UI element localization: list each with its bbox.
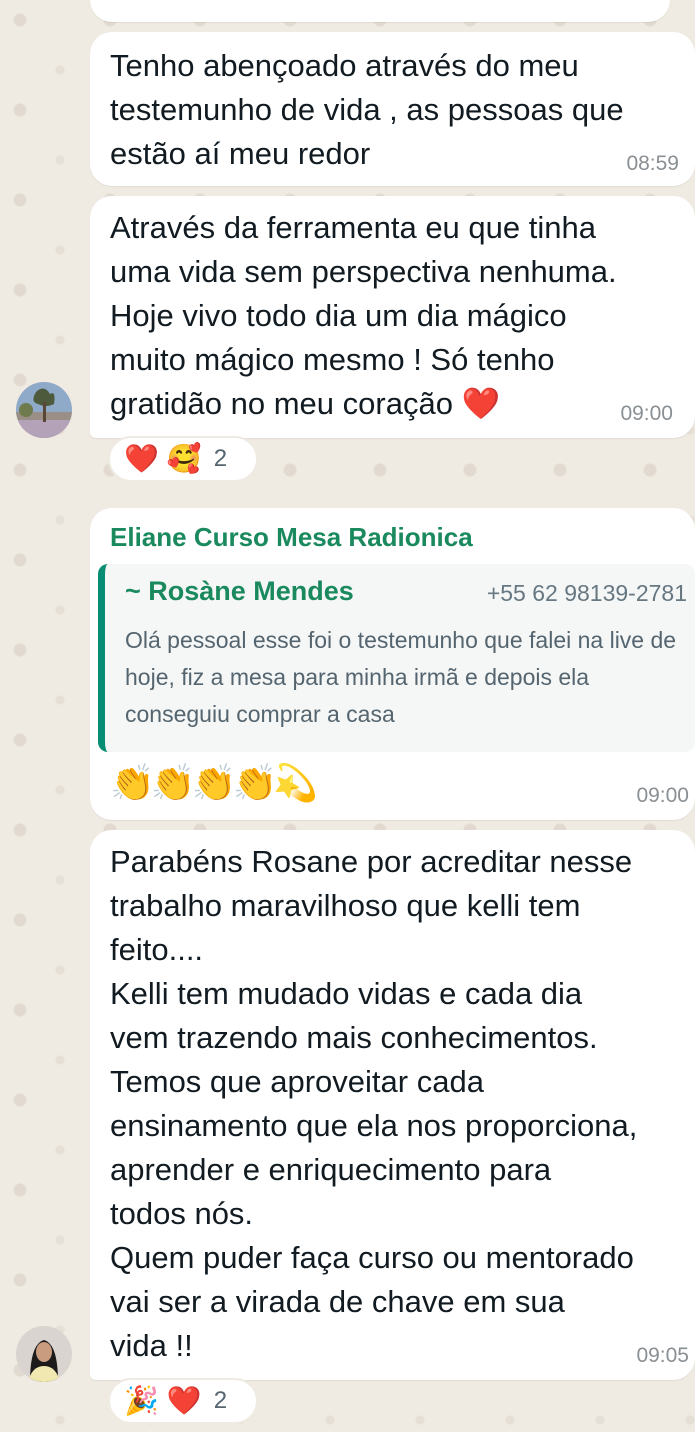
avatar-landscape-image <box>16 382 72 438</box>
message-bubble[interactable]: Parabéns Rosane por acreditar nesse trab… <box>90 830 695 1380</box>
sender-avatar[interactable] <box>16 1326 72 1382</box>
sender-avatar[interactable] <box>16 382 72 438</box>
message-reactions[interactable]: 🎉 ❤️ 2 <box>108 1378 258 1424</box>
message-bubble[interactable]: Eliane Curso Mesa Radionica ~ Rosàne Men… <box>90 508 695 820</box>
quoted-phone: +55 62 98139-2781 <box>486 580 687 606</box>
message-reactions[interactable]: ❤️ 🥰 2 <box>108 436 258 482</box>
message-text: Através da ferramenta eu que tinha uma v… <box>110 210 617 421</box>
message-timestamp: 08:59 <box>626 152 679 175</box>
reaction-count: 2 <box>213 1387 228 1414</box>
message-bubble[interactable]: Através da ferramenta eu que tinha uma v… <box>90 196 695 438</box>
reaction-heart: ❤️ <box>166 1385 202 1416</box>
message-bubble[interactable]: Tenho abençoado através do meu testemunh… <box>90 32 695 186</box>
message-timestamp: 09:05 <box>636 1344 689 1367</box>
sender-name[interactable]: Eliane Curso Mesa Radionica <box>110 522 473 553</box>
message-timestamp: 09:00 <box>636 784 689 807</box>
message-text: Parabéns Rosane por acreditar nesse trab… <box>110 844 638 1363</box>
previous-message-bubble-edge <box>90 0 670 22</box>
reaction-smiling-hearts: 🥰 <box>166 443 202 474</box>
reaction-count: 2 <box>213 445 228 472</box>
message-emoji-text: 👏👏👏👏💫 <box>110 762 318 803</box>
quoted-message[interactable]: ~ Rosàne Mendes +55 62 98139-2781 Olá pe… <box>98 564 695 752</box>
message-text: Tenho abençoado através do meu testemunh… <box>110 48 624 171</box>
quoted-author: ~ Rosàne Mendes <box>125 576 354 606</box>
quoted-text: Olá pessoal esse foi o testemunho que fa… <box>125 627 677 727</box>
avatar-portrait-image <box>16 1326 72 1382</box>
message-timestamp: 09:00 <box>620 402 673 425</box>
reaction-heart: ❤️ <box>124 443 159 474</box>
reaction-party-popper: 🎉 <box>124 1385 159 1416</box>
